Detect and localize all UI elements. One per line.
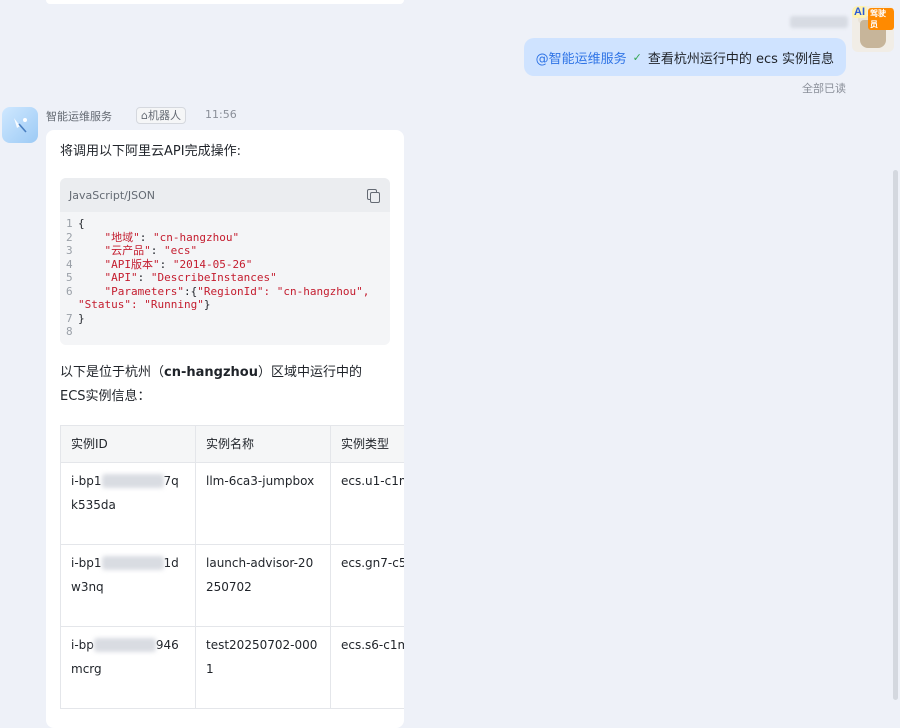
- avatar-ai-tag: AI: [852, 6, 867, 18]
- user-message-bubble[interactable]: @智能运维服务 ✓ 查看杭州运行中的 ecs 实例信息: [523, 38, 846, 76]
- summary-pre: 以下是位于杭州（: [60, 364, 165, 380]
- line-number: 3: [66, 244, 73, 257]
- bot-badge-label: 机器人: [147, 109, 181, 122]
- bot-name[interactable]: 智能运维服务: [46, 108, 112, 124]
- table-row: i-bp946mcrg test20250702-0001 ecs.s6-c1m…: [60, 625, 404, 709]
- bot-avatar[interactable]: [2, 107, 38, 143]
- cell-instance-id: i-bp1 7qk535da: [60, 461, 196, 545]
- cell-instance-type: ecs.gn7-c56g1.1: [330, 543, 404, 627]
- table-row: i-bp1 7qk535da llm-6ca3-jumpbox ecs.u1-c1…: [60, 461, 404, 545]
- header-instance-type: 实例类型: [330, 424, 404, 463]
- code-text: }: [78, 311, 85, 325]
- redacted-blur: [101, 556, 164, 570]
- code-separator: :: [137, 271, 151, 284]
- code-text: "API": "DescribeInstances": [78, 271, 277, 285]
- code-key: "API版本": [104, 257, 160, 271]
- bot-message-card: 将调用以下阿里云API完成操作: JavaScript/JSON 1{2 "地域…: [46, 130, 404, 728]
- header-instance-id: 实例ID: [60, 424, 196, 463]
- line-number: 6: [66, 284, 73, 298]
- code-line: 5 "API": "DescribeInstances": [66, 271, 384, 285]
- instance-id-prefix: i-bp: [71, 637, 94, 652]
- summary-text: 以下是位于杭州（cn-hangzhou）区域中运行中的ECS实例信息：: [60, 361, 380, 409]
- instance-id-prefix: i-bp1: [71, 555, 102, 570]
- previous-message-card: [46, 0, 404, 4]
- code-text: "API版本": "2014-05-26": [78, 257, 253, 272]
- cell-instance-name: test20250702-0001: [195, 625, 331, 709]
- code-value: "2014-05-26": [172, 257, 253, 271]
- code-value: "DescribeInstances": [150, 271, 277, 284]
- line-number: 8: [66, 325, 73, 338]
- bot-logo-icon: [14, 118, 27, 133]
- instance-table-wrapper[interactable]: 实例ID 实例名称 实例类型 i-bp1 7qk535da llm-6ca3-ju…: [60, 409, 404, 709]
- header-instance-name: 实例名称: [195, 424, 331, 463]
- cell-instance-name: llm-6ca3-jumpbox: [195, 461, 331, 545]
- cell-instance-name: launch-advisor-20250702: [195, 543, 331, 627]
- line-number: 7: [66, 311, 73, 325]
- user-name-redacted: [790, 16, 848, 28]
- cell-instance-id: i-bp1 1dw3nq: [60, 543, 196, 627]
- cell-instance-type: ecs.s6-c1m1.sm: [330, 625, 404, 709]
- code-text: "Parameters":{"RegionId": "cn-hangzhou",…: [78, 285, 384, 312]
- avatar-driver-tag: 驾驶员: [868, 8, 894, 30]
- code-line: 6 "Parameters":{"RegionId": "cn-hangzhou…: [66, 285, 384, 312]
- user-message-text: 查看杭州运行中的 ecs 实例信息: [647, 51, 834, 67]
- code-text: "地域": "cn-hangzhou": [78, 230, 240, 245]
- code-key: "地域": [104, 230, 140, 244]
- read-status[interactable]: 全部已读: [802, 80, 846, 96]
- instance-table: 实例ID 实例名称 实例类型 i-bp1 7qk535da llm-6ca3-ju…: [60, 424, 404, 709]
- code-line: 3 "云产品": "ecs": [66, 244, 384, 258]
- code-tail: }: [203, 298, 211, 311]
- check-icon: ✓: [632, 50, 642, 64]
- code-separator: :{: [183, 284, 198, 298]
- line-number: 2: [66, 230, 73, 244]
- code-line: 1{: [66, 217, 384, 231]
- instance-id-prefix: i-bp1: [71, 473, 102, 488]
- code-key: "云产品": [104, 244, 151, 257]
- robot-icon: ⌂: [141, 109, 148, 122]
- redacted-blur: [93, 638, 156, 652]
- cell-instance-id: i-bp 946mcrg: [60, 625, 196, 709]
- code-value: "cn-hangzhou": [153, 230, 240, 244]
- code-separator: :: [159, 257, 173, 271]
- code-value: "ecs": [164, 244, 198, 257]
- intro-text: 将调用以下阿里云API完成操作:: [60, 144, 241, 159]
- line-number: 5: [66, 271, 73, 284]
- mention-bot[interactable]: @智能运维服务: [536, 48, 627, 67]
- line-number: 1: [66, 217, 73, 230]
- code-key: "API": [104, 271, 138, 284]
- message-time: 11:56: [205, 108, 237, 121]
- redacted-blur: [101, 474, 164, 488]
- scrollbar[interactable]: [893, 170, 898, 700]
- code-line: 4 "API版本": "2014-05-26": [66, 258, 384, 272]
- copy-icon[interactable]: [366, 188, 380, 203]
- code-line: 8: [66, 325, 384, 339]
- user-avatar[interactable]: AI 驾驶员: [852, 6, 894, 52]
- summary-region: cn-hangzhou: [164, 364, 258, 380]
- code-line: 2 "地域": "cn-hangzhou": [66, 231, 384, 245]
- code-key: "Parameters": [104, 284, 184, 298]
- code-language: JavaScript/JSON: [69, 188, 155, 202]
- code-line: 7}: [66, 312, 384, 326]
- table-header-row: 实例ID 实例名称 实例类型: [60, 424, 404, 463]
- code-block: JavaScript/JSON 1{2 "地域": "cn-hangzhou" 3…: [60, 178, 390, 345]
- code-body: 1{2 "地域": "cn-hangzhou" 3 "云产品": "ecs" 4 "…: [60, 212, 390, 345]
- line-number: 4: [66, 257, 73, 271]
- code-text: "云产品": "ecs": [78, 244, 198, 258]
- cell-instance-type: ecs.u1-c1m2.xl: [330, 461, 404, 545]
- code-separator: :: [139, 230, 153, 244]
- table-row: i-bp1 1dw3nq launch-advisor-20250702 ecs.…: [60, 543, 404, 627]
- bot-badge: ⌂机器人: [136, 107, 186, 124]
- code-header: JavaScript/JSON: [60, 178, 390, 212]
- code-text: {: [78, 217, 85, 230]
- code-separator: :: [150, 244, 164, 257]
